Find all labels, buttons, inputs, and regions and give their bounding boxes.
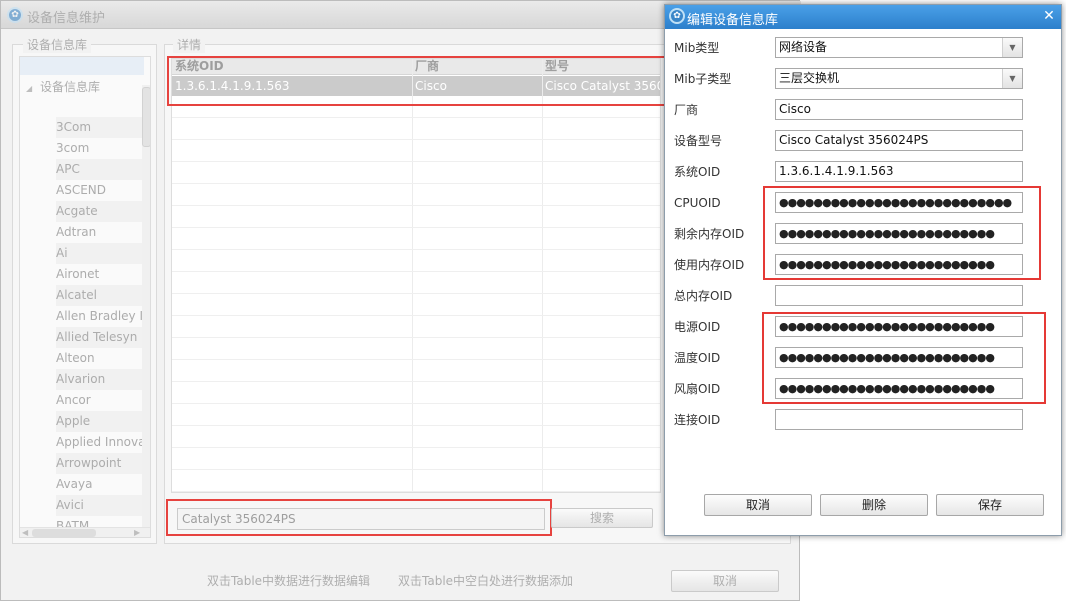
field-select-mib-type[interactable]: 网络设备 ▼ [775,37,1023,58]
row-divider [172,117,660,118]
field-label: 总内存OID [674,289,733,303]
device-tree[interactable]: ◢ 设备信息库 3Com 3com APC ASCEND Acgate Adtran Ai A… [19,56,151,538]
tree-item[interactable]: Adtran [56,222,144,243]
text-field[interactable] [775,285,1023,306]
highlight-memory-oids [763,186,1041,280]
tree-item[interactable]: Apple [56,411,144,432]
field-label: 厂商 [674,103,699,117]
tree-item[interactable]: Alcatel [56,285,144,306]
field-label: CPUOID [674,196,721,210]
scroll-right-icon[interactable]: ▶ [134,528,140,537]
details-legend: 详情 [173,36,206,53]
tree-item[interactable]: Alvarion [56,369,144,390]
dialog-title: 编辑设备信息库 [687,13,779,28]
tree-vertical-scrollbar[interactable] [142,85,150,530]
field-label: Mib子类型 [674,72,732,86]
field-label: 电源OID [674,320,721,334]
window-title: 设备信息维护 [27,11,106,26]
dialog-cancel-button[interactable]: 取消 [704,494,812,516]
row-divider [172,469,660,470]
tree-item[interactable]: ASCEND [56,180,144,201]
chevron-down-icon[interactable]: ▼ [1002,69,1022,88]
field-label: 剩余内存OID [674,227,745,241]
chevron-down-icon[interactable]: ▼ [1002,38,1022,57]
dialog-save-button[interactable]: 保存 [936,494,1044,516]
field-label: 设备型号 [674,134,723,148]
highlight-table-row [167,56,666,106]
tree-item[interactable]: Allied Telesyn [56,327,144,348]
row-divider [172,227,660,228]
row-divider [172,359,660,360]
tree-item[interactable]: Avaya [56,474,144,495]
row-divider [172,447,660,448]
text-field[interactable]: Cisco Catalyst 356024PS [775,130,1023,151]
row-divider [172,139,660,140]
dialog-title-bar[interactable]: ✿ 编辑设备信息库 ✕ [665,5,1061,29]
highlight-sensor-oids [762,312,1046,404]
tree-item[interactable]: Alteon [56,348,144,369]
tree-item[interactable]: Aironet [56,264,144,285]
text-field[interactable]: Cisco [775,99,1023,120]
column-divider [412,59,413,492]
tree-root-label: 设备信息库 [39,80,100,94]
search-button[interactable]: 搜索 [551,508,653,528]
column-divider [542,59,543,492]
row-divider [172,183,660,184]
app-logo-icon: ✿ [669,8,685,24]
row-divider [172,205,660,206]
field-label: 风扇OID [674,382,721,396]
field-label: 系统OID [674,165,721,179]
tree-item[interactable]: Ancor [56,390,144,411]
tree-item[interactable]: Arrowpoint [56,453,144,474]
tree-item[interactable]: Applied Innova [56,432,144,453]
highlight-search-input [166,499,552,536]
device-library-legend: 设备信息库 [23,36,92,53]
tree-item[interactable]: 3Com [56,117,144,138]
tree-header [20,57,144,75]
field-label: 温度OID [674,351,721,365]
row-divider [172,337,660,338]
row-divider [172,249,660,250]
select-value: 三层交换机 [779,71,840,85]
tree-root-node[interactable]: ◢ 设备信息库 [26,77,100,98]
tree-item[interactable]: Allen Bradley I [56,306,144,327]
row-divider [172,403,660,404]
field-label: 使用内存OID [674,258,745,272]
row-divider [172,293,660,294]
row-divider [172,491,660,492]
row-divider [172,425,660,426]
row-divider [172,315,660,316]
collapse-arrow-icon[interactable]: ◢ [26,84,32,93]
device-table[interactable]: 系统OID 厂商 型号 1.3.6.1.4.1.9.1.563 Cisco Ci… [171,58,661,493]
field-select-mib-subtype[interactable]: 三层交换机 ▼ [775,68,1023,89]
tree-hscroll-thumb[interactable] [32,529,96,537]
text-field[interactable]: 1.3.6.1.4.1.9.1.563 [775,161,1023,182]
tree-item[interactable]: Ai [56,243,144,264]
field-label: 连接OID [674,413,721,427]
cancel-button[interactable]: 取消 [671,570,779,592]
row-divider [172,381,660,382]
row-divider [172,161,660,162]
tree-item[interactable]: 3com [56,138,144,159]
hint-add: 双击Table中空白处进行数据添加 [398,574,574,588]
tree-scroll-thumb[interactable] [142,87,150,147]
tree-item[interactable]: APC [56,159,144,180]
row-divider [172,271,660,272]
select-value: 网络设备 [779,40,828,54]
tree-item[interactable]: Avici [56,495,144,516]
hint-edit: 双击Table中数据进行数据编辑 [207,574,371,588]
dialog-delete-button[interactable]: 删除 [820,494,928,516]
scroll-left-icon[interactable]: ◀ [22,528,28,537]
app-logo-icon: ✿ [7,7,23,23]
field-label: Mib类型 [674,41,720,55]
close-icon[interactable]: ✕ [1039,6,1059,26]
tree-item[interactable]: Acgate [56,201,144,222]
text-field[interactable] [775,409,1023,430]
